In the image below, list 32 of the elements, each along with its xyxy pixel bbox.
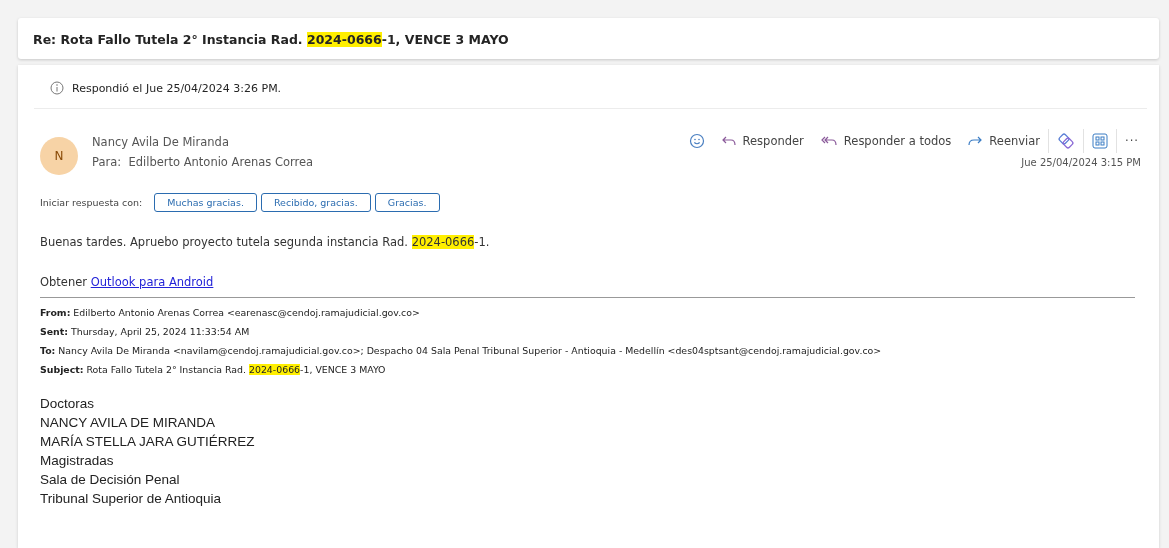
quoted-body-line: Tribunal Superior de Antioquia [40, 490, 223, 508]
info-icon [50, 81, 64, 95]
sender-name: Nancy Avila De Miranda [92, 135, 230, 149]
reply-icon [720, 134, 737, 148]
quoted-body-line: Magistradas [40, 452, 115, 470]
quoted-body-line: NANCY AVILA DE MIRANDA [40, 414, 217, 432]
signature-text: Obtener Outlook para Android [40, 274, 215, 290]
recipient-line: Para: Edilberto Antonio Arenas Correa [92, 155, 314, 169]
quoted-body-line: Sala de Decisión Penal [40, 471, 181, 489]
reply-all-icon [819, 134, 838, 148]
reply-all-button[interactable]: Responder a todos [811, 129, 960, 153]
email-subject: Re: Rota Fallo Tutela 2° Instancia Rad. 2024-0666-1, VENCE 3 MAYO [33, 32, 509, 47]
reply-button[interactable]: Responder [712, 129, 812, 153]
more-button[interactable]: ··· [1116, 129, 1147, 153]
forward-button[interactable]: Reenviar [959, 129, 1049, 153]
forward-icon [967, 134, 984, 148]
quoted-body-line: MARÍA STELLA JARA GUTIÉRREZ [40, 433, 256, 451]
quoted-header-line: To: Nancy Avila De Miranda <navilam@cendoj.ramajudicial.gov.co>; Despacho 04 Sala Penal Tribunal Superior - Antioquia - Medellín <des04sptsant@cendoj.ramajudicial.gov.co> [40, 344, 883, 357]
quoted-header-line: From: Edilberto Antonio Arenas Correa <earenasc@cendoj.ramajudicial.gov.co> [40, 306, 421, 319]
quick-reply-button[interactable]: Gracias. [374, 193, 440, 212]
apps-icon [1092, 133, 1109, 149]
quoted-body-line: Doctoras [40, 395, 96, 413]
message-date: Jue 25/04/2024 3:15 PM [1021, 157, 1142, 168]
reply-info: Respondió el Jue 25/04/2024 3:26 PM. [72, 81, 282, 95]
quoted-header-line: Sent: Thursday, April 25, 2024 11:33:54 AM [40, 325, 251, 338]
quick-reply-button[interactable]: Muchas gracias. [154, 193, 257, 212]
loop-icon [1057, 132, 1076, 150]
smiley-icon [688, 133, 705, 149]
quick-reply-button[interactable]: Recibido, gracias. [260, 193, 371, 212]
outlook-link[interactable]: Outlook para Android [90, 275, 214, 289]
quick-reply-label: Iniciar respuesta con: [40, 197, 143, 208]
avatar: N [40, 137, 78, 175]
